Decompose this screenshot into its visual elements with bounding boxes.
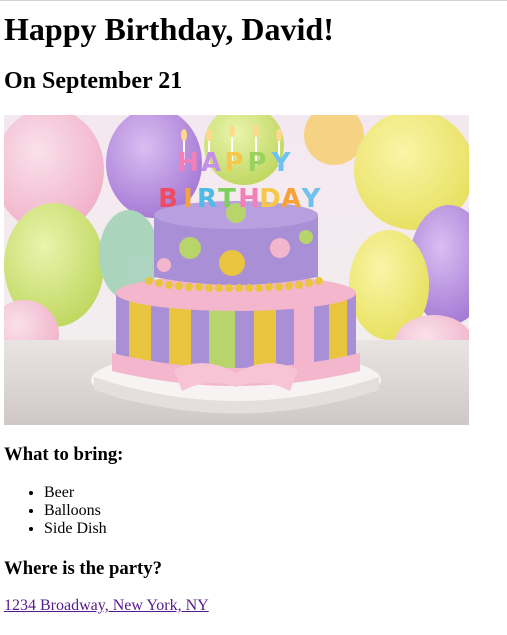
candle-letter: P (224, 148, 243, 178)
candle-letter: A (201, 148, 221, 178)
candle-letter: I (183, 184, 193, 214)
party-location-heading: Where is the party? (4, 558, 162, 579)
birthday-cake-image: H A P P Y B I R T H D A Y (4, 115, 469, 425)
bring-list: Beer Balloons Side Dish (4, 484, 107, 538)
candle-letter: R (197, 184, 217, 214)
party-address-link[interactable]: 1234 Broadway, New York, NY (4, 597, 209, 615)
candle-letter: A (281, 184, 301, 214)
list-item: Balloons (44, 502, 107, 520)
candle-letter: D (259, 184, 281, 214)
candle-letter: Y (271, 148, 292, 178)
party-date: On September 21 (4, 68, 183, 94)
candle-letter: B (158, 184, 178, 214)
top-border (0, 0, 507, 1)
candle-letter: P (247, 148, 266, 178)
candle-letter: T (218, 184, 236, 214)
candle-letter: H (238, 184, 260, 214)
what-to-bring-heading: What to bring: (4, 444, 124, 465)
page-title: Happy Birthday, David! (4, 11, 334, 47)
candle-letter: Y (301, 184, 322, 214)
candle-letter: H (177, 148, 199, 178)
list-item: Beer (44, 484, 107, 502)
list-item: Side Dish (44, 520, 107, 538)
